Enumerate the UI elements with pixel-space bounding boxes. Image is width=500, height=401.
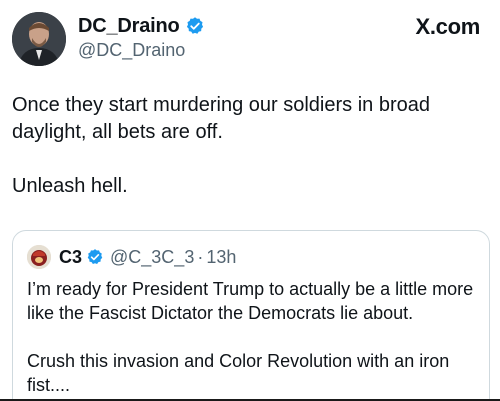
author-name-row: DC_Draino bbox=[78, 14, 205, 38]
quoted-avatar bbox=[27, 245, 51, 269]
quoted-display-name[interactable]: C3 bbox=[59, 247, 82, 268]
tweet-paragraph: Unleash hell. bbox=[12, 175, 128, 197]
tweet-paragraph: Once they start murdering our soldiers i… bbox=[12, 94, 430, 143]
profile-photo-icon bbox=[12, 12, 66, 66]
source-label: X.com bbox=[415, 14, 480, 39]
quoted-timestamp[interactable]: 13h bbox=[206, 247, 236, 268]
author-handle[interactable]: @DC_Draino bbox=[78, 40, 185, 61]
quoted-paragraph: Crush this invasion and Color Revolution… bbox=[27, 351, 450, 395]
quoted-profile-photo-icon bbox=[27, 245, 51, 269]
quoted-paragraph: I’m ready for President Trump to actuall… bbox=[27, 279, 474, 323]
quoted-tweet[interactable]: C3 @C_3C_3 · 13h I’m ready for President… bbox=[12, 230, 490, 401]
author-display-name[interactable]: DC_Draino bbox=[78, 15, 180, 38]
separator-dot: · bbox=[197, 246, 204, 267]
quoted-verified-badge-icon bbox=[87, 249, 103, 264]
verified-badge-icon bbox=[186, 17, 203, 34]
tweet-body: Once they start murdering our soldiers i… bbox=[12, 92, 482, 227]
quoted-tweet-body: I’m ready for President Trump to actuall… bbox=[27, 277, 483, 401]
avatar[interactable] bbox=[12, 12, 66, 66]
tweet-header: DC_Draino @DC_Draino X.com bbox=[0, 0, 500, 80]
quoted-handle[interactable]: @C_3C_3 bbox=[110, 247, 194, 268]
quoted-tweet-header: C3 @C_3C_3 · 13h bbox=[27, 245, 236, 269]
